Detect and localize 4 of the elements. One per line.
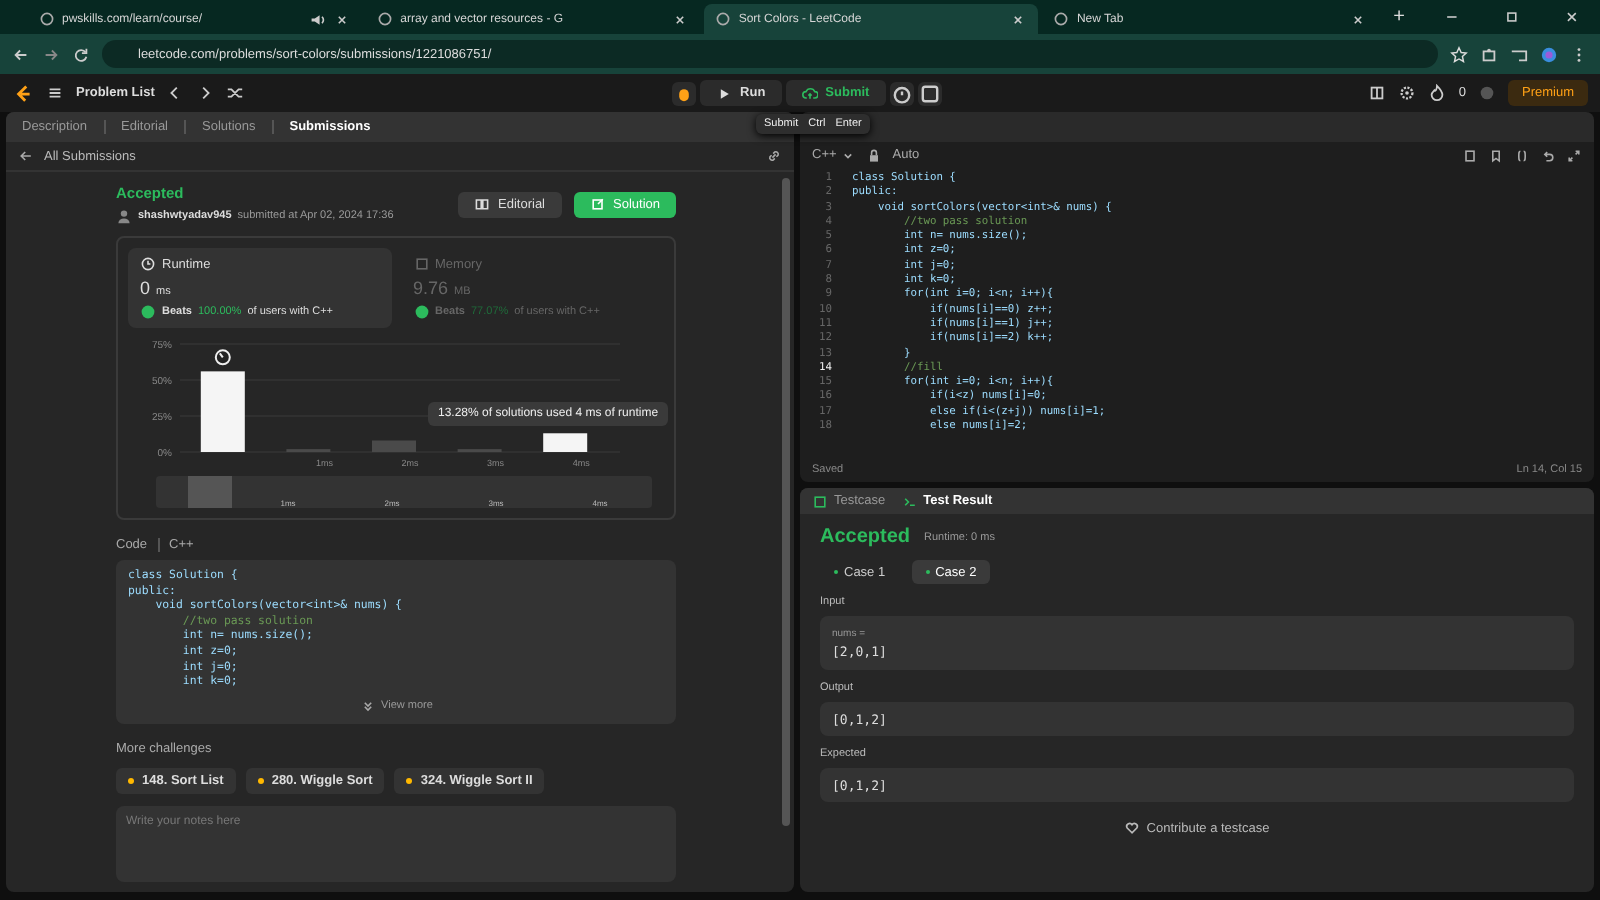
new-tab-button[interactable]: +: [1381, 6, 1417, 28]
stat-value: 9.76: [413, 278, 449, 298]
stat-value: 0: [140, 278, 151, 298]
result-status: Accepted: [820, 526, 911, 548]
